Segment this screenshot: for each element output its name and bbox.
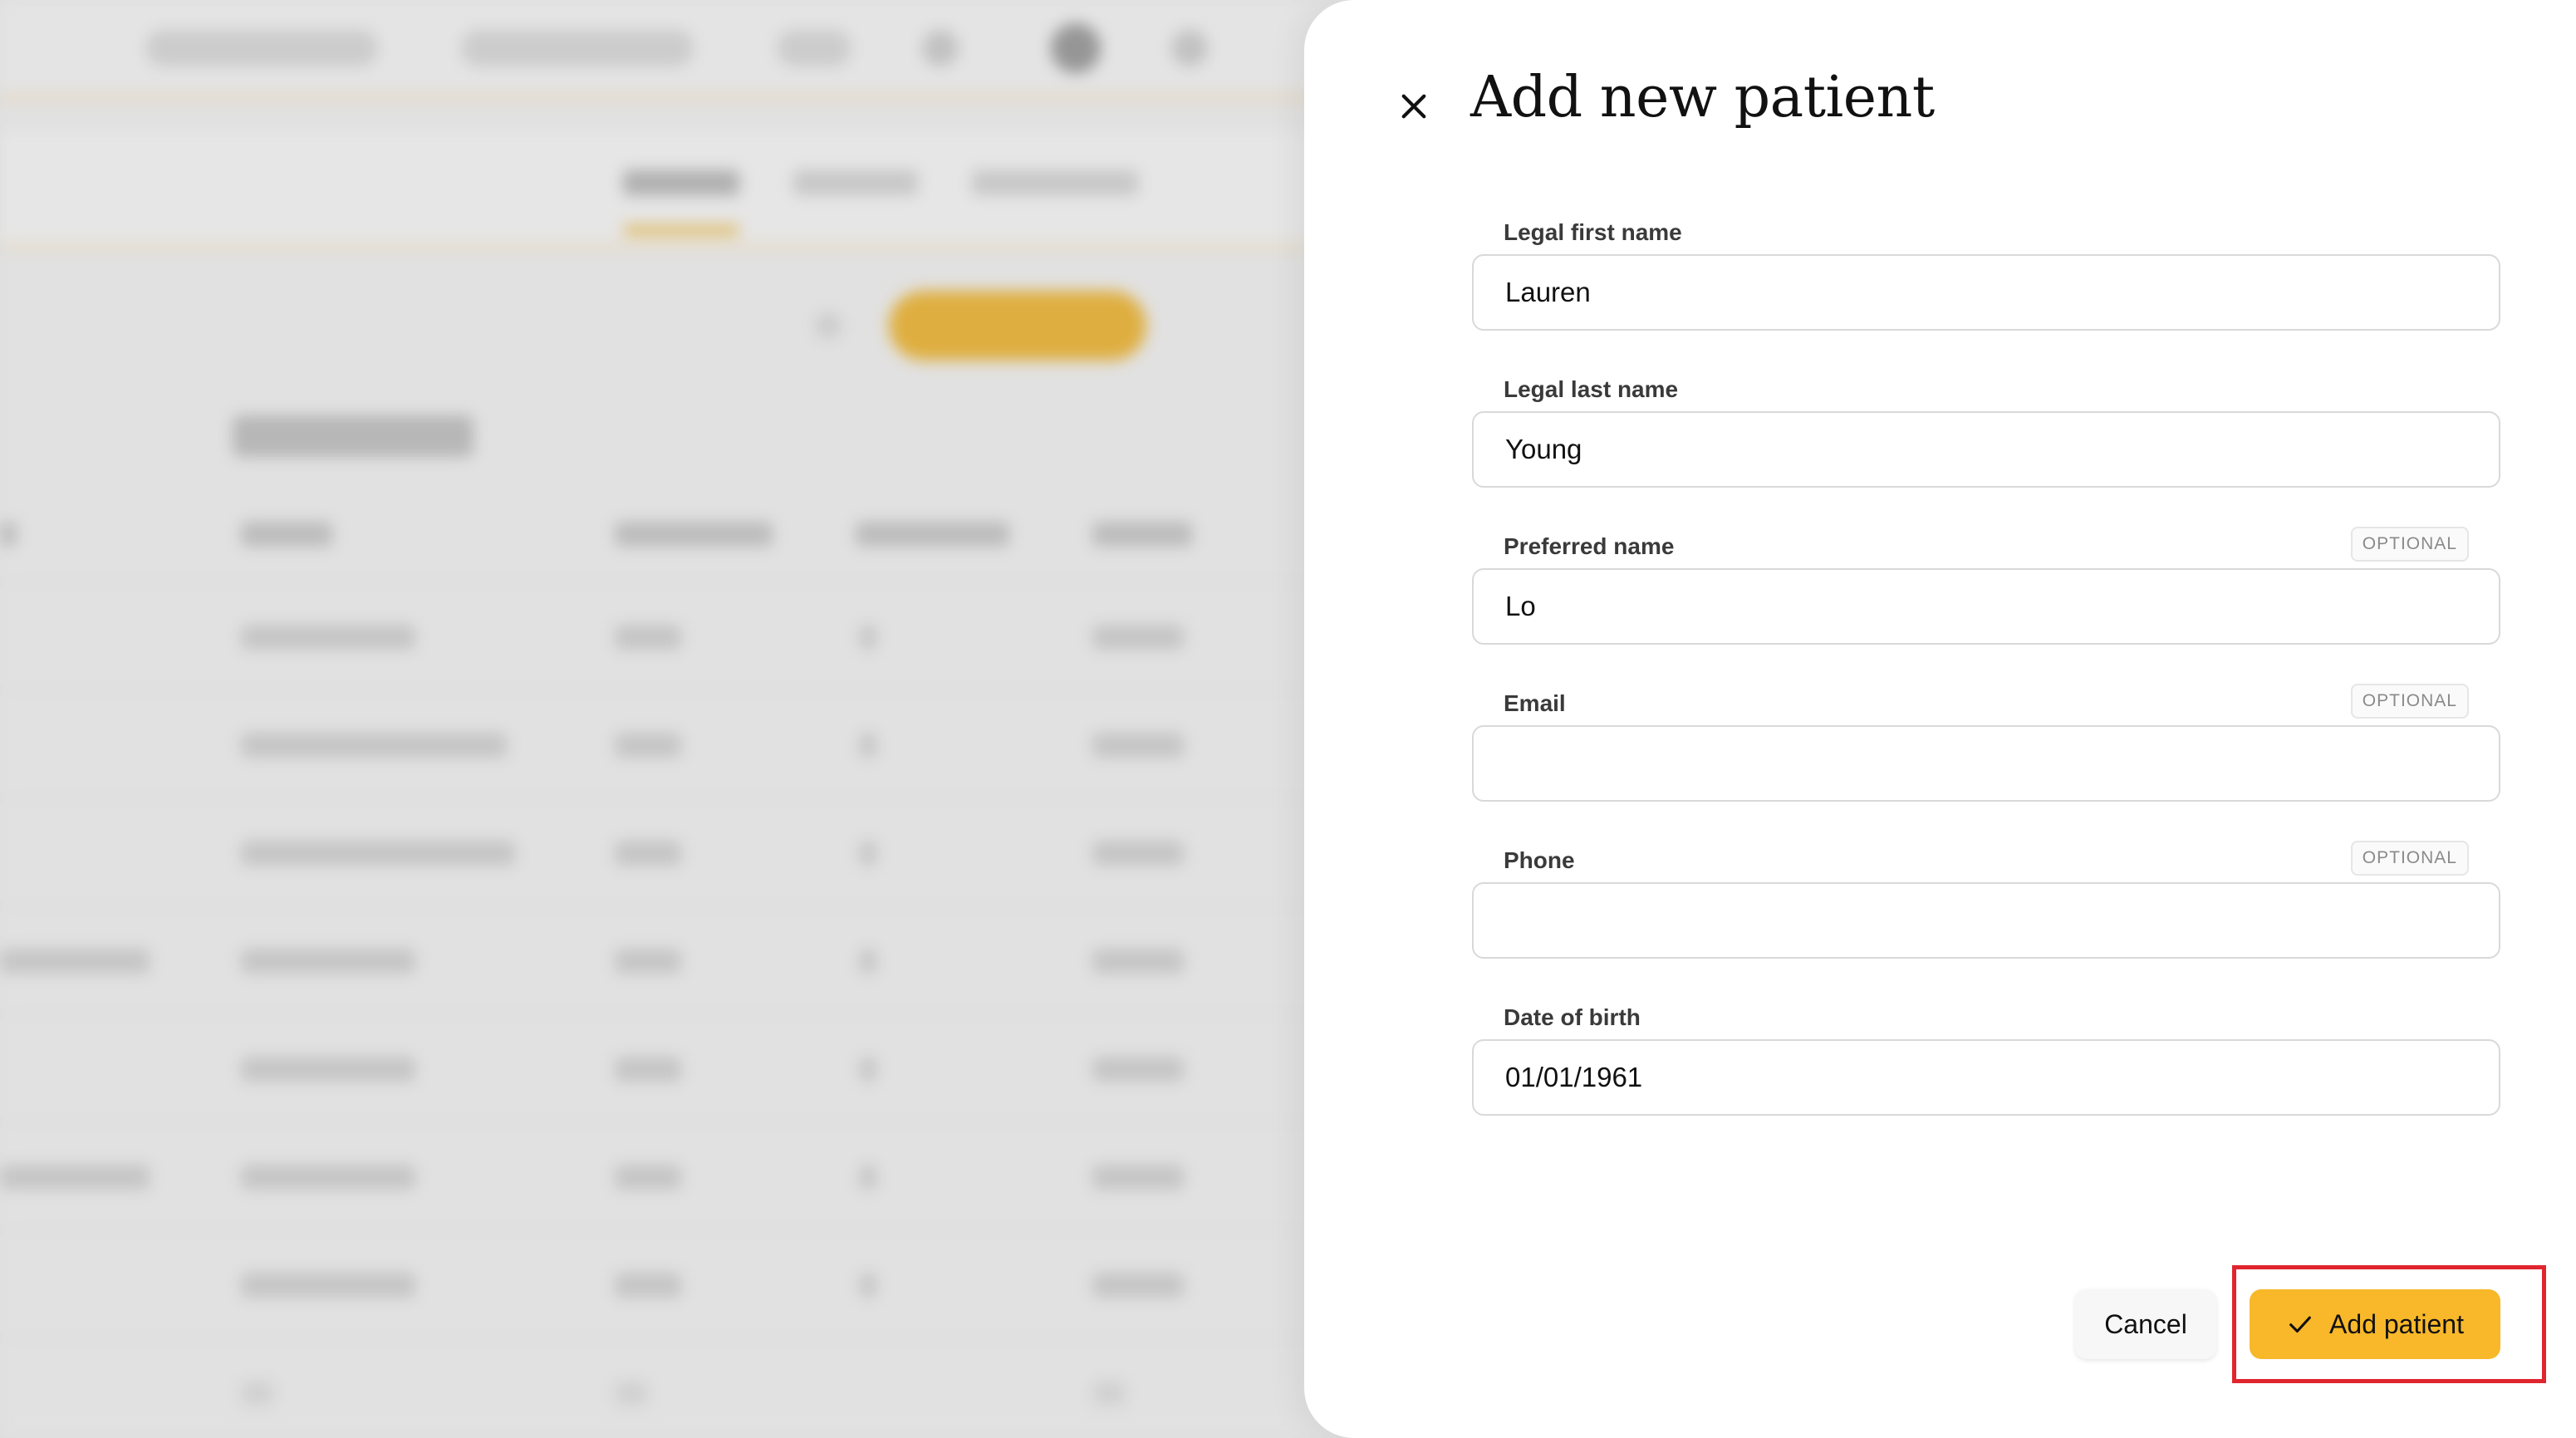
add-patient-drawer: Add new patient Legal first name Legal l… — [1304, 0, 2576, 1438]
phone-label: Phone — [1504, 847, 1575, 873]
close-button[interactable] — [1387, 81, 1440, 135]
email-input[interactable] — [1472, 725, 2500, 802]
drawer-title: Add new patient — [1470, 65, 1935, 130]
last-name-label: Legal last name — [1504, 376, 1679, 402]
modal-scrim[interactable] — [0, 0, 1362, 1438]
first-name-input[interactable] — [1472, 254, 2500, 331]
date-of-birth-input[interactable] — [1472, 1039, 2500, 1116]
close-icon — [1396, 89, 1431, 128]
cancel-button[interactable]: Cancel — [2075, 1289, 2216, 1359]
email-label: Email — [1504, 690, 1566, 716]
last-name-input[interactable] — [1472, 411, 2500, 488]
optional-badge: OPTIONAL — [2350, 527, 2469, 562]
date-of-birth-label: Date of birth — [1504, 1004, 1641, 1030]
preferred-name-label: Preferred name — [1504, 533, 1675, 559]
optional-badge: OPTIONAL — [2350, 684, 2469, 719]
optional-badge: OPTIONAL — [2350, 841, 2469, 876]
add-patient-button[interactable]: Add patient — [2250, 1289, 2500, 1359]
check-icon — [2286, 1310, 2314, 1338]
add-patient-label: Add patient — [2329, 1308, 2464, 1339]
preferred-name-input[interactable] — [1472, 568, 2500, 645]
first-name-label: Legal first name — [1504, 219, 1682, 245]
phone-input[interactable] — [1472, 882, 2500, 959]
